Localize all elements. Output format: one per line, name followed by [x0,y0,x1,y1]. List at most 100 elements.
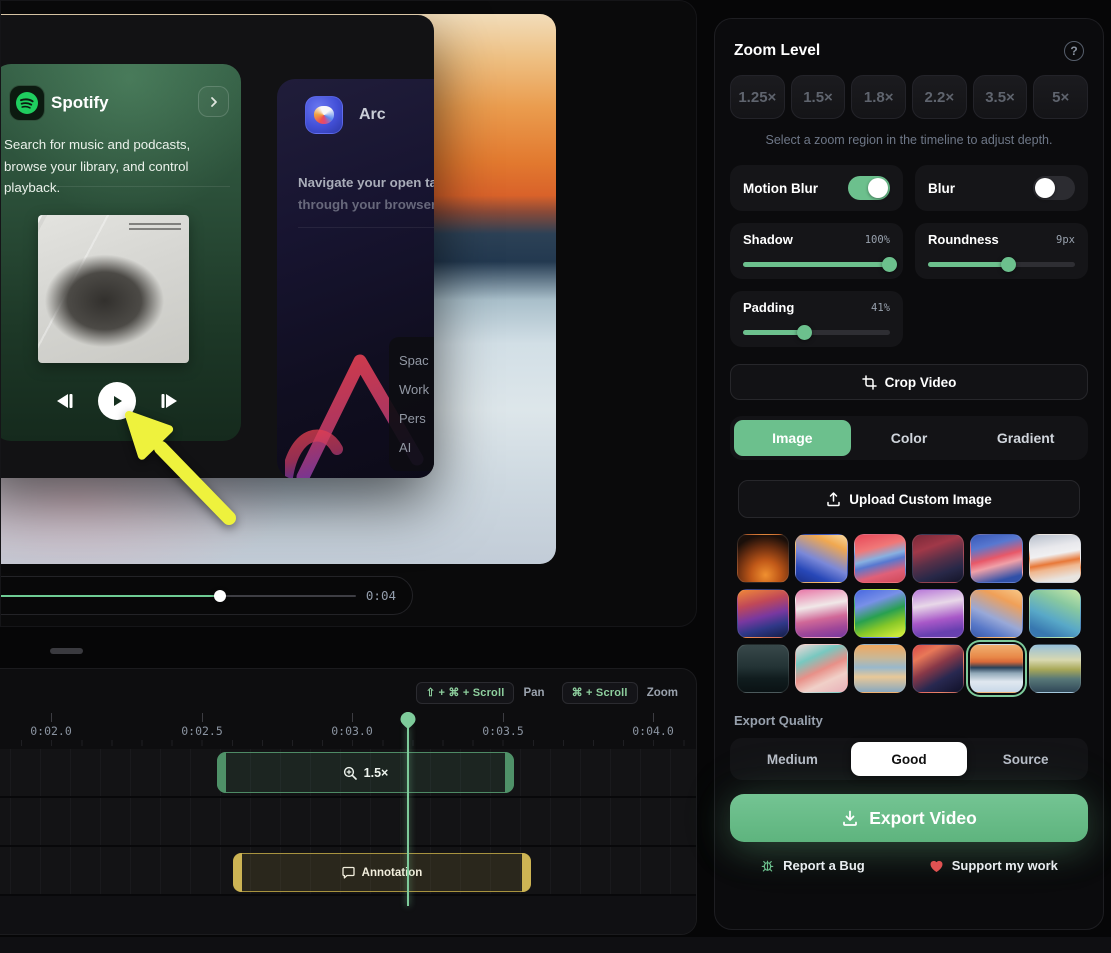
wallpaper-thumbnail[interactable] [795,534,847,583]
ruler-tick [653,713,654,722]
spotify-card[interactable]: Spotify Search for music and podcasts, b… [0,64,241,441]
zoom-level-buttons: 1.25× 1.5× 1.8× 2.2× 3.5× 5× [730,75,1088,119]
ruler-label: 0:03.0 [331,724,373,738]
zoom-btn-3-5x[interactable]: 3.5× [973,75,1028,119]
arc-description-line1: Navigate your open tabs [298,172,434,194]
zoom-btn-1-8x[interactable]: 1.8× [851,75,906,119]
wallpaper-thumbnail[interactable] [1029,589,1081,638]
timeline-shortcut-hints: ⇧ + ⌘ + Scroll Pan ⌘ + Scroll Zoom [416,682,678,704]
roundness-slider-knob[interactable] [1001,257,1016,272]
crop-video-button[interactable]: Crop Video [730,364,1088,400]
menu-item-personal[interactable]: Pers [399,404,434,433]
quality-medium[interactable]: Medium [734,742,851,776]
shadow-slider-card: Shadow 100% [730,223,903,279]
blur-toggle[interactable] [1033,176,1075,200]
bug-icon [760,858,775,873]
wallpaper-thumbnail[interactable] [854,644,906,693]
ruler-label: 0:02.5 [181,724,223,738]
wallpaper-thumbnail[interactable] [1029,534,1081,583]
motion-blur-toggle[interactable] [848,176,890,200]
ruler-label: 0:03.5 [482,724,524,738]
zoom-block-right-handle[interactable] [505,752,514,793]
wallpaper-thumbnail[interactable] [795,644,847,693]
timeline-resize-handle[interactable] [50,648,83,654]
pan-shortcut-label: Pan [523,687,544,699]
arc-description-line2: through your browser hi [298,194,434,216]
clip-track[interactable] [0,798,697,845]
padding-slider[interactable] [743,325,890,340]
wallpaper-thumbnail-selected[interactable] [970,644,1022,693]
zoom-caption: Select a zoom region in the timeline to … [730,133,1088,147]
wallpaper-thumbnail[interactable] [970,589,1022,638]
annotation-right-handle[interactable] [522,853,531,892]
help-icon[interactable]: ? [1064,41,1084,61]
previous-track-button[interactable] [54,392,76,410]
tab-color[interactable]: Color [851,420,968,456]
app-window: Spotify Search for music and podcasts, b… [0,0,1111,953]
pan-shortcut-badge: ⇧ + ⌘ + Scroll [416,682,515,704]
shadow-slider[interactable] [743,257,890,272]
wallpaper-thumbnail[interactable] [1029,644,1081,693]
wallpaper-thumbnail[interactable] [912,534,964,583]
zoom-shortcut-badge: ⌘ + Scroll [562,682,638,704]
quality-source[interactable]: Source [967,742,1084,776]
menu-item-ai[interactable]: AI [399,433,434,462]
motion-blur-label: Motion Blur [743,181,818,196]
progress-handle[interactable] [214,590,226,602]
wallpaper-thumbnail[interactable] [912,644,964,693]
report-bug-label: Report a Bug [783,858,865,873]
report-bug-link[interactable]: Report a Bug [760,858,865,873]
wallpaper-thumbnail[interactable] [854,589,906,638]
heart-icon [929,859,944,873]
zoom-shortcut-label: Zoom [647,687,678,699]
ruler-tick [202,713,203,722]
progress-track[interactable] [0,590,356,602]
menu-item-work[interactable]: Work [399,375,434,404]
annotation-left-handle[interactable] [233,853,242,892]
support-label: Support my work [952,858,1058,873]
roundness-slider-card: Roundness 9px [915,223,1088,279]
spotify-open-button[interactable] [198,86,229,117]
blur-toggles-row: Motion Blur Blur [730,165,1088,211]
zoom-block-left-handle[interactable] [217,752,226,793]
wallpaper-thumbnail[interactable] [737,534,789,583]
ruler-tick [51,713,52,722]
annotation-block[interactable]: Annotation [233,853,531,892]
export-quality-segmented: Medium Good Source [730,738,1088,780]
timeline-bottom-area [0,894,697,935]
wallpaper-thumbnail[interactable] [737,644,789,693]
padding-slider-card: Padding 41% [730,291,903,347]
zoom-btn-5x[interactable]: 5× [1033,75,1088,119]
wallpaper-thumbnail[interactable] [737,589,789,638]
roundness-label: Roundness [928,232,999,247]
wallpaper-grid [737,534,1081,693]
motion-blur-card: Motion Blur [730,165,903,211]
tab-image[interactable]: Image [734,420,851,456]
wallpaper-thumbnail[interactable] [795,589,847,638]
menu-item-spaces[interactable]: Spac [399,346,434,375]
padding-slider-knob[interactable] [797,325,812,340]
ruler-tick [352,713,353,722]
zoom-btn-1-5x[interactable]: 1.5× [791,75,846,119]
spotify-logo-icon [14,90,40,116]
quality-good[interactable]: Good [851,742,968,776]
arc-app-icon [305,96,343,134]
video-preview-panel: Spotify Search for music and podcasts, b… [0,0,697,627]
zoom-level-title: Zoom Level [734,42,820,60]
support-link[interactable]: Support my work [929,858,1058,873]
crop-icon [862,375,877,390]
wallpaper-thumbnail[interactable] [912,589,964,638]
shadow-slider-knob[interactable] [882,257,897,272]
wallpaper-thumbnail[interactable] [854,534,906,583]
export-video-button[interactable]: Export Video [730,794,1088,842]
playhead-line[interactable] [407,727,409,906]
upload-custom-image-button[interactable]: Upload Custom Image [738,480,1080,518]
wallpaper-thumbnail[interactable] [970,534,1022,583]
roundness-slider[interactable] [928,257,1075,272]
zoom-btn-1-25x[interactable]: 1.25× [730,75,785,119]
zoom-btn-2-2x[interactable]: 2.2× [912,75,967,119]
tab-gradient[interactable]: Gradient [967,420,1084,456]
album-art-caption-marks [129,223,181,231]
zoom-region-block[interactable]: 1.5× [217,752,514,793]
playback-progress-bar[interactable]: 0:04 [0,576,413,615]
